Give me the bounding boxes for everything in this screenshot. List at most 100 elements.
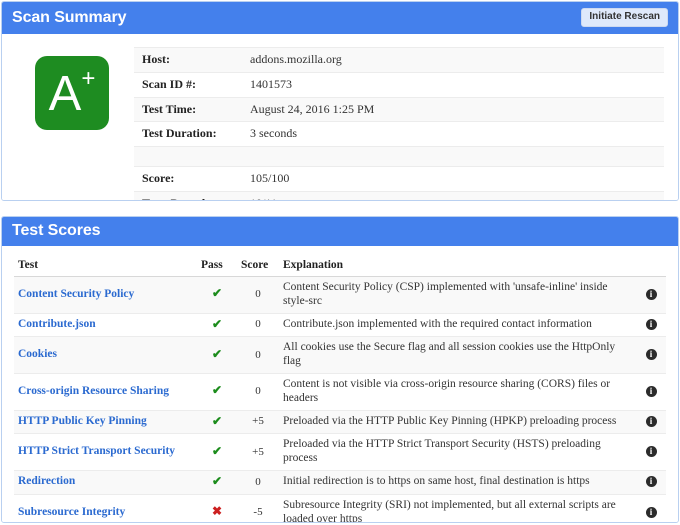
explanation-cell: Content is not visible via cross-origin …: [279, 373, 636, 411]
grade-letter: A: [48, 66, 82, 121]
score-cell: -5: [237, 494, 279, 522]
pass-cell: ✔: [197, 433, 237, 471]
table-row: Contribute.json ✔ 0 Contribute.json impleme…: [14, 313, 666, 338]
summary-row-label: [134, 146, 242, 167]
test-name-cell: Cookies: [14, 336, 197, 374]
table-header: Test Pass Score Explanation: [14, 256, 666, 277]
column-header-explanation: Explanation: [279, 256, 636, 277]
test-name-link[interactable]: HTTP Public Key Pinning: [18, 415, 147, 427]
initiate-rescan-button[interactable]: Initiate Rescan: [581, 8, 668, 27]
score-cell: +5: [237, 433, 279, 471]
test-scores-table: Test Pass Score Explanation Content Secu…: [14, 256, 666, 522]
explanation-cell: Content Security Policy (CSP) implemente…: [279, 276, 636, 314]
table-row: HTTP Public Key Pinning ✔ +5 Preloaded via …: [14, 410, 666, 435]
test-scores-title: Test Scores: [12, 222, 101, 239]
pass-cell: ✖: [197, 494, 237, 522]
table-row: Redirection ✔ 0 Initial redirection is to h…: [14, 470, 666, 495]
column-header-info: [636, 256, 666, 277]
pass-cell: ✔: [197, 373, 237, 411]
pass-cell: ✔: [197, 276, 237, 314]
test-name-link[interactable]: Cookies: [18, 348, 57, 360]
summary-row: Score: 105/100: [134, 166, 664, 192]
test-name-cell: Cross-origin Resource Sharing: [14, 373, 197, 411]
info-icon[interactable]: i: [645, 385, 657, 397]
table-row: Subresource Integrity ✖ -5 Subresource Inte…: [14, 494, 666, 522]
scan-summary-panel: Scan Summary Initiate Rescan A + Host: ad…: [1, 1, 679, 201]
score-cell: 0: [237, 276, 279, 314]
summary-row: Host: addons.mozilla.org: [134, 47, 664, 73]
summary-row-value: 105/100: [242, 166, 664, 192]
scan-summary-body: A + Host: addons.mozilla.org Scan ID #: 140…: [2, 34, 678, 200]
check-icon: ✔: [211, 413, 223, 428]
test-name-link[interactable]: Subresource Integrity: [18, 506, 125, 518]
summary-row-label: Scan ID #:: [134, 71, 242, 98]
summary-spacer-row: [134, 146, 664, 167]
column-header-test: Test: [14, 256, 197, 277]
summary-row-label: Score:: [134, 166, 242, 192]
score-cell: +5: [237, 410, 279, 435]
test-name-cell: Content Security Policy: [14, 276, 197, 314]
explanation-cell: Initial redirection is to https on same …: [279, 470, 636, 495]
info-cell: i: [636, 494, 666, 522]
observatory-scan-results-page: Scan Summary Initiate Rescan A + Host: ad…: [0, 0, 680, 525]
test-name-link[interactable]: Contribute.json: [18, 318, 96, 330]
table-row: Cookies ✔ 0 All cookies use the Secure flag…: [14, 336, 666, 374]
test-name-link[interactable]: Cross-origin Resource Sharing: [18, 385, 169, 397]
pass-cell: ✔: [197, 313, 237, 338]
info-icon[interactable]: i: [645, 415, 657, 427]
summary-row: Tests Passed:10/11: [134, 190, 664, 200]
info-icon[interactable]: i: [645, 318, 657, 330]
table-header-row: Test Pass Score Explanation: [14, 256, 666, 277]
summary-row-label: Host:: [134, 47, 242, 73]
score-cell: 0: [237, 373, 279, 411]
score-cell: 0: [237, 313, 279, 338]
summary-row-value: addons.mozilla.org: [242, 47, 664, 73]
info-cell: i: [636, 470, 666, 495]
page-title: Scan Summary: [12, 8, 127, 26]
info-icon[interactable]: i: [645, 476, 657, 488]
scan-summary-header: Scan Summary Initiate Rescan: [2, 2, 678, 34]
pass-cell: ✔: [197, 470, 237, 495]
check-icon: ✔: [211, 443, 223, 458]
test-name-link[interactable]: HTTP Strict Transport Security: [18, 445, 175, 457]
column-header-pass: Pass: [197, 256, 237, 277]
summary-row-value: [242, 146, 664, 167]
cross-icon: ✖: [211, 504, 223, 519]
explanation-cell: Contribute.json implemented with the req…: [279, 313, 636, 338]
summary-row-value: 3 seconds: [242, 121, 664, 147]
scan-summary-table: Host: addons.mozilla.org Scan ID #: 1401573…: [134, 47, 664, 200]
explanation-cell: All cookies use the Secure flag and all …: [279, 336, 636, 374]
test-name-cell: Contribute.json: [14, 313, 197, 338]
grade-modifier: +: [81, 65, 96, 92]
test-name-link[interactable]: Redirection: [18, 475, 75, 487]
table-row: Cross-origin Resource Sharing ✔ 0 Content i…: [14, 373, 666, 411]
summary-row-label: Test Time:: [134, 96, 242, 122]
test-name-cell: HTTP Public Key Pinning: [14, 410, 197, 435]
grade-badge: A +: [35, 56, 109, 130]
test-scores-body: Test Pass Score Explanation Content Secu…: [2, 246, 678, 522]
test-name-link[interactable]: Content Security Policy: [18, 288, 134, 300]
test-name-cell: HTTP Strict Transport Security: [14, 433, 197, 471]
check-icon: ✔: [211, 383, 223, 398]
pass-cell: ✔: [197, 410, 237, 435]
test-scores-header: Test Scores: [2, 217, 678, 246]
info-cell: i: [636, 313, 666, 338]
grade-container: A +: [16, 47, 128, 130]
check-icon: ✔: [211, 316, 223, 331]
info-cell: i: [636, 433, 666, 471]
summary-row-value: August 24, 2016 1:25 PM: [242, 96, 664, 122]
pass-cell: ✔: [197, 336, 237, 374]
summary-row-label: Tests Passed:: [134, 190, 242, 200]
info-icon[interactable]: i: [645, 288, 657, 300]
info-icon[interactable]: i: [645, 446, 657, 458]
explanation-cell: Preloaded via the HTTP Public Key Pinnin…: [279, 410, 636, 435]
score-cell: 0: [237, 336, 279, 374]
info-cell: i: [636, 336, 666, 374]
test-name-cell: Redirection: [14, 470, 197, 495]
info-icon[interactable]: i: [645, 349, 657, 361]
info-icon[interactable]: i: [645, 506, 657, 518]
column-header-score: Score: [237, 256, 279, 277]
summary-row-value: 1401573: [242, 71, 664, 98]
test-name-cell: Subresource Integrity: [14, 494, 197, 522]
table-row: HTTP Strict Transport Security ✔ +5 Preload…: [14, 433, 666, 471]
